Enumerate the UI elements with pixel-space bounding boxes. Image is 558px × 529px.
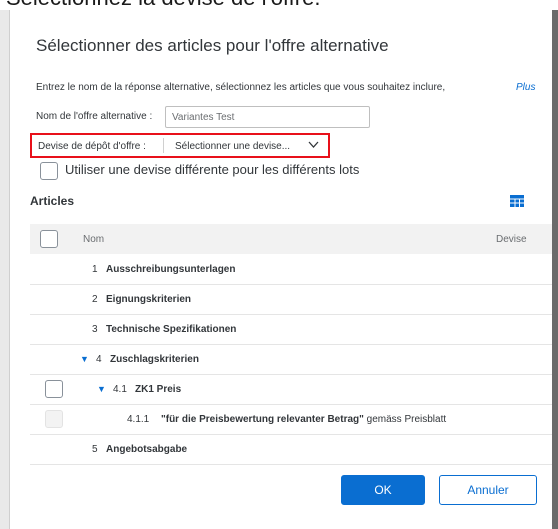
intro-text: Entrez le nom de la réponse alternative,… bbox=[36, 82, 535, 93]
dialog-title: Sélectionner des articles pour l'offre a… bbox=[36, 36, 389, 55]
alternative-offer-dialog: Sélectionner des articles pour l'offre a… bbox=[9, 10, 552, 529]
row-title: Ausschreibungsunterlagen bbox=[106, 264, 236, 275]
table-row[interactable]: ▼ 4.1 ZK1 Preis bbox=[30, 374, 552, 405]
table-row[interactable]: 5 Angebotsabgabe bbox=[30, 434, 552, 465]
table-row[interactable]: 3 Technische Spezifikationen bbox=[30, 314, 552, 345]
row-title: "für die Preisbewertung relevanter Betra… bbox=[161, 414, 446, 425]
diff-currency-label: Utiliser une devise différente pour les … bbox=[65, 162, 360, 177]
row-number: 4.1 bbox=[113, 384, 127, 395]
currency-divider bbox=[163, 138, 164, 153]
row-title: Angebotsabgabe bbox=[106, 444, 188, 455]
chevron-down-icon[interactable] bbox=[307, 138, 320, 151]
row-number: 3 bbox=[92, 324, 98, 335]
row-title-quoted: "für die Preisbewertung relevanter Betra… bbox=[161, 414, 364, 425]
cancel-button[interactable]: Annuler bbox=[439, 475, 537, 505]
row-checkbox-disabled bbox=[45, 410, 63, 428]
currency-select[interactable]: Sélectionner une devise... bbox=[175, 141, 290, 152]
diff-currency-checkbox[interactable] bbox=[40, 162, 58, 180]
offer-name-label: Nom de l'offre alternative : bbox=[36, 111, 153, 122]
ok-button[interactable]: OK bbox=[341, 475, 425, 505]
triangle-down-icon[interactable]: ▼ bbox=[97, 384, 106, 394]
caption-text: Sélectionnez la devise de l'offre. bbox=[0, 0, 558, 10]
triangle-down-icon[interactable]: ▼ bbox=[80, 354, 89, 364]
offer-name-input[interactable] bbox=[165, 106, 370, 128]
row-checkbox[interactable] bbox=[45, 380, 63, 398]
row-title-suffix: gemäss Preisblatt bbox=[366, 414, 447, 425]
table-row[interactable]: ▼ 4 Zuschlagskriterien bbox=[30, 344, 552, 375]
table-row[interactable]: 4.1.1 "für die Preisbewertung relevanter… bbox=[30, 404, 552, 435]
column-currency-header: Devise bbox=[496, 234, 527, 245]
row-title: Eignungskriterien bbox=[106, 294, 192, 305]
row-number: 2 bbox=[92, 294, 98, 305]
row-number: 4.1.1 bbox=[127, 414, 150, 425]
row-title: Technische Spezifikationen bbox=[106, 324, 237, 335]
table-header: Nom Devise bbox=[30, 224, 552, 254]
row-title: Zuschlagskriterien bbox=[110, 354, 199, 365]
row-number: 5 bbox=[92, 444, 98, 455]
intro-description: Entrez le nom de la réponse alternative,… bbox=[36, 82, 446, 93]
row-title: ZK1 Preis bbox=[135, 384, 182, 395]
select-all-checkbox[interactable] bbox=[40, 230, 58, 248]
more-link[interactable]: Plus bbox=[516, 82, 535, 93]
table-row[interactable]: 1 Ausschreibungsunterlagen bbox=[30, 254, 552, 285]
table-settings-icon[interactable] bbox=[510, 195, 524, 207]
currency-label: Devise de dépôt d'offre : bbox=[38, 141, 146, 152]
row-number: 4 bbox=[96, 354, 102, 365]
articles-heading: Articles bbox=[30, 194, 75, 208]
table-row[interactable]: 2 Eignungskriterien bbox=[30, 284, 552, 315]
row-number: 1 bbox=[92, 264, 98, 275]
column-name-header: Nom bbox=[83, 234, 105, 245]
background-strip bbox=[0, 10, 9, 529]
currency-highlight-box: Devise de dépôt d'offre : Sélectionner u… bbox=[30, 133, 330, 158]
